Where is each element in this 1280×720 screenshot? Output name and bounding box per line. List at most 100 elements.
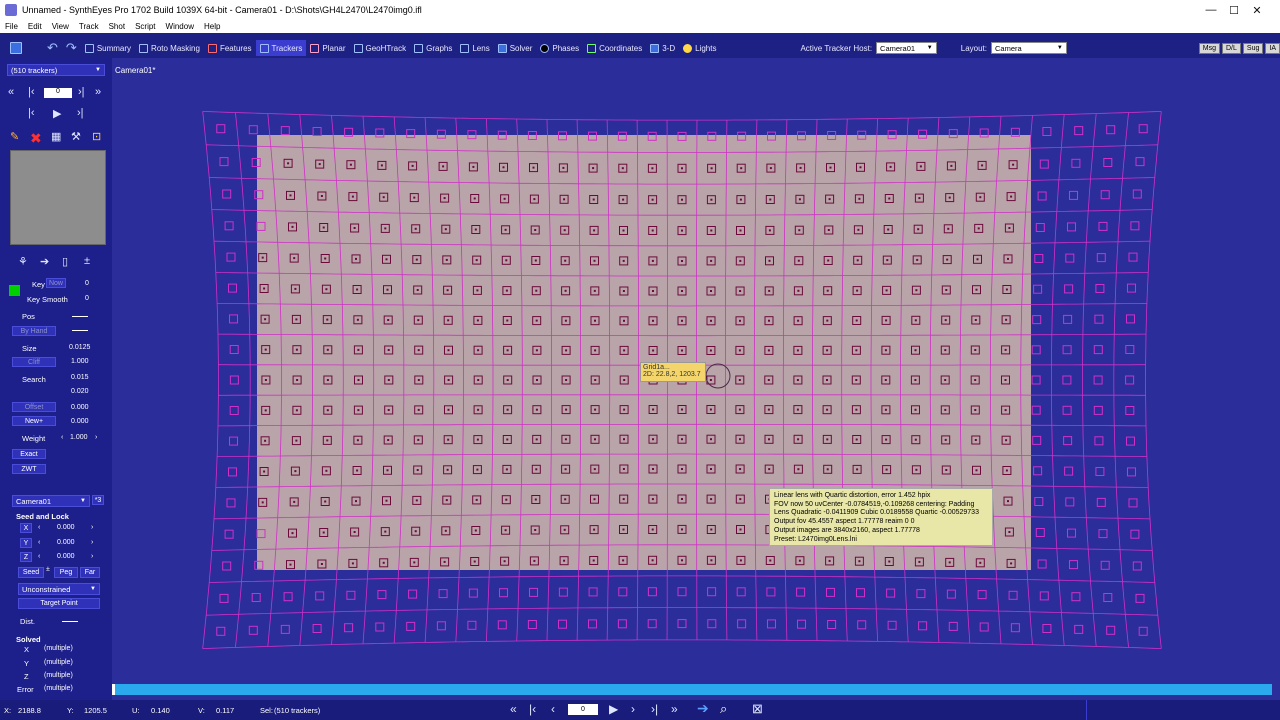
tracker-marker[interactable] (1135, 157, 1145, 167)
tracker-marker[interactable] (1074, 126, 1084, 136)
undo-icon[interactable]: ↶ (29, 40, 62, 56)
tracker-marker[interactable] (312, 127, 322, 136)
tracker-host-select[interactable]: Camera01 ▼ (876, 42, 937, 54)
tracker-marker[interactable] (618, 587, 628, 597)
y-decrement-icon[interactable]: ‹ (38, 539, 40, 546)
tracker-marker[interactable] (1130, 529, 1140, 539)
tracker-marker[interactable] (1098, 221, 1108, 231)
tracker-marker[interactable] (224, 529, 234, 539)
tracker-marker[interactable] (1093, 405, 1103, 415)
cliff-button[interactable]: Cliff (12, 357, 56, 367)
sug-button[interactable]: Sug (1242, 42, 1264, 54)
tracker-marker[interactable] (497, 620, 507, 630)
tab-summary[interactable]: Summary (81, 40, 135, 56)
menu-window[interactable]: Window (161, 22, 199, 31)
tracker-marker[interactable] (1094, 436, 1104, 446)
tracker-marker[interactable] (1132, 561, 1142, 571)
seed-peg-toggle-icon[interactable]: ± (46, 566, 50, 573)
tracker-marker[interactable] (344, 623, 354, 633)
tracker-marker[interactable] (856, 588, 865, 598)
film-icon[interactable]: ▦ (51, 130, 61, 143)
tab-roto-masking[interactable]: Roto Masking (135, 40, 204, 56)
hammer-icon[interactable]: ⚒ (71, 130, 81, 143)
tracker-marker[interactable] (558, 619, 567, 629)
tracker-marker[interactable] (468, 588, 478, 598)
x-lock-button[interactable]: X (20, 523, 32, 533)
menu-shot[interactable]: Shot (104, 22, 130, 31)
offset-value[interactable]: 0.000 (71, 404, 89, 411)
tracker-marker[interactable] (1031, 375, 1041, 385)
tracker-marker[interactable] (1067, 528, 1076, 538)
forward-icon[interactable]: » (95, 86, 101, 98)
tracker-marker[interactable] (1138, 626, 1148, 636)
menu-track[interactable]: Track (74, 22, 104, 31)
tracker-marker[interactable] (226, 252, 236, 262)
tracker-marker[interactable] (1042, 127, 1052, 136)
cliff-value[interactable]: 1.000 (71, 358, 89, 365)
tracker-marker[interactable] (1064, 466, 1074, 476)
tracker-marker[interactable] (1062, 375, 1072, 385)
tracker-marker[interactable] (1094, 314, 1104, 324)
tracker-marker[interactable] (229, 345, 239, 354)
tracker-marker[interactable] (1031, 345, 1041, 355)
tracker-marker[interactable] (1093, 375, 1103, 385)
tracker-marker[interactable] (1100, 190, 1110, 200)
tracker-marker[interactable] (1095, 284, 1105, 293)
seed-button[interactable]: Seed (18, 567, 44, 578)
step-back-icon[interactable]: ‹ (551, 702, 555, 716)
timeline-scrubber[interactable] (112, 684, 1272, 695)
tracker-marker[interactable] (1127, 283, 1136, 293)
tracker-marker[interactable] (887, 620, 897, 630)
camera-extra-button[interactable]: *3 (92, 495, 104, 505)
x-decrement-icon[interactable]: ‹ (38, 524, 40, 531)
tab-lens[interactable]: Lens (456, 40, 493, 56)
timeline-frame-field[interactable]: 0 (568, 704, 598, 715)
zwt-button[interactable]: ZWT (12, 464, 46, 474)
tracker-wand-icon[interactable]: ✎ (10, 130, 19, 143)
layout-select[interactable]: Camera ▼ (991, 42, 1067, 54)
tracker-marker[interactable] (1069, 190, 1078, 200)
y-increment-icon[interactable]: › (91, 539, 93, 546)
new-button[interactable]: New+ (12, 416, 56, 426)
y-seed-value[interactable]: 0.000 (57, 539, 75, 546)
z-lock-button[interactable]: Z (20, 552, 32, 562)
tab-phases[interactable]: Phases (536, 40, 583, 56)
tracker-marker[interactable] (1126, 314, 1135, 324)
tracker-marker[interactable] (1128, 498, 1138, 508)
tracker-marker[interactable] (375, 622, 385, 632)
menu-edit[interactable]: Edit (23, 22, 47, 31)
tracker-marker[interactable] (767, 619, 776, 629)
tracker-marker[interactable] (1125, 375, 1135, 385)
tracker-marker[interactable] (707, 619, 717, 629)
play-icon[interactable]: ▶ (609, 702, 618, 716)
prev-key-icon[interactable]: |‹ (529, 702, 536, 716)
tracker-color-swatch[interactable] (9, 285, 20, 296)
menu-view[interactable]: View (47, 22, 74, 31)
tracker-marker[interactable] (1067, 222, 1076, 232)
tracker-marker[interactable] (529, 587, 538, 597)
tracker-marker[interactable] (1095, 467, 1105, 476)
zoom-icon[interactable]: ⌕ (720, 701, 727, 717)
tracker-marker[interactable] (216, 626, 226, 636)
tracker-marker[interactable] (436, 621, 446, 631)
tracker-marker[interactable] (948, 621, 958, 631)
tracker-marker[interactable] (977, 590, 987, 600)
exact-button[interactable]: Exact (12, 449, 46, 459)
tracker-marker[interactable] (1037, 191, 1047, 201)
tracker-marker[interactable] (1033, 284, 1043, 294)
step-forward-icon[interactable]: ›| (77, 107, 84, 119)
tracker-marker[interactable] (1010, 623, 1020, 633)
tracker-marker[interactable] (219, 593, 229, 603)
z-seed-value[interactable]: 0.000 (57, 553, 75, 560)
tracker-marker[interactable] (229, 314, 238, 324)
prev-key-icon[interactable]: |‹ (28, 86, 35, 98)
tab-graphs[interactable]: Graphs (410, 40, 456, 56)
tracker-marker[interactable] (796, 587, 806, 597)
tracker-marker[interactable] (588, 619, 597, 629)
tracker-marker[interactable] (315, 591, 325, 601)
tab-3d[interactable]: 3-D (646, 40, 679, 56)
constraint-select[interactable]: Unconstrained ▼ (18, 583, 100, 595)
tracker-marker[interactable] (1106, 125, 1116, 135)
size-value[interactable]: 0.0125 (69, 344, 90, 351)
tracker-marker[interactable] (1064, 284, 1074, 294)
